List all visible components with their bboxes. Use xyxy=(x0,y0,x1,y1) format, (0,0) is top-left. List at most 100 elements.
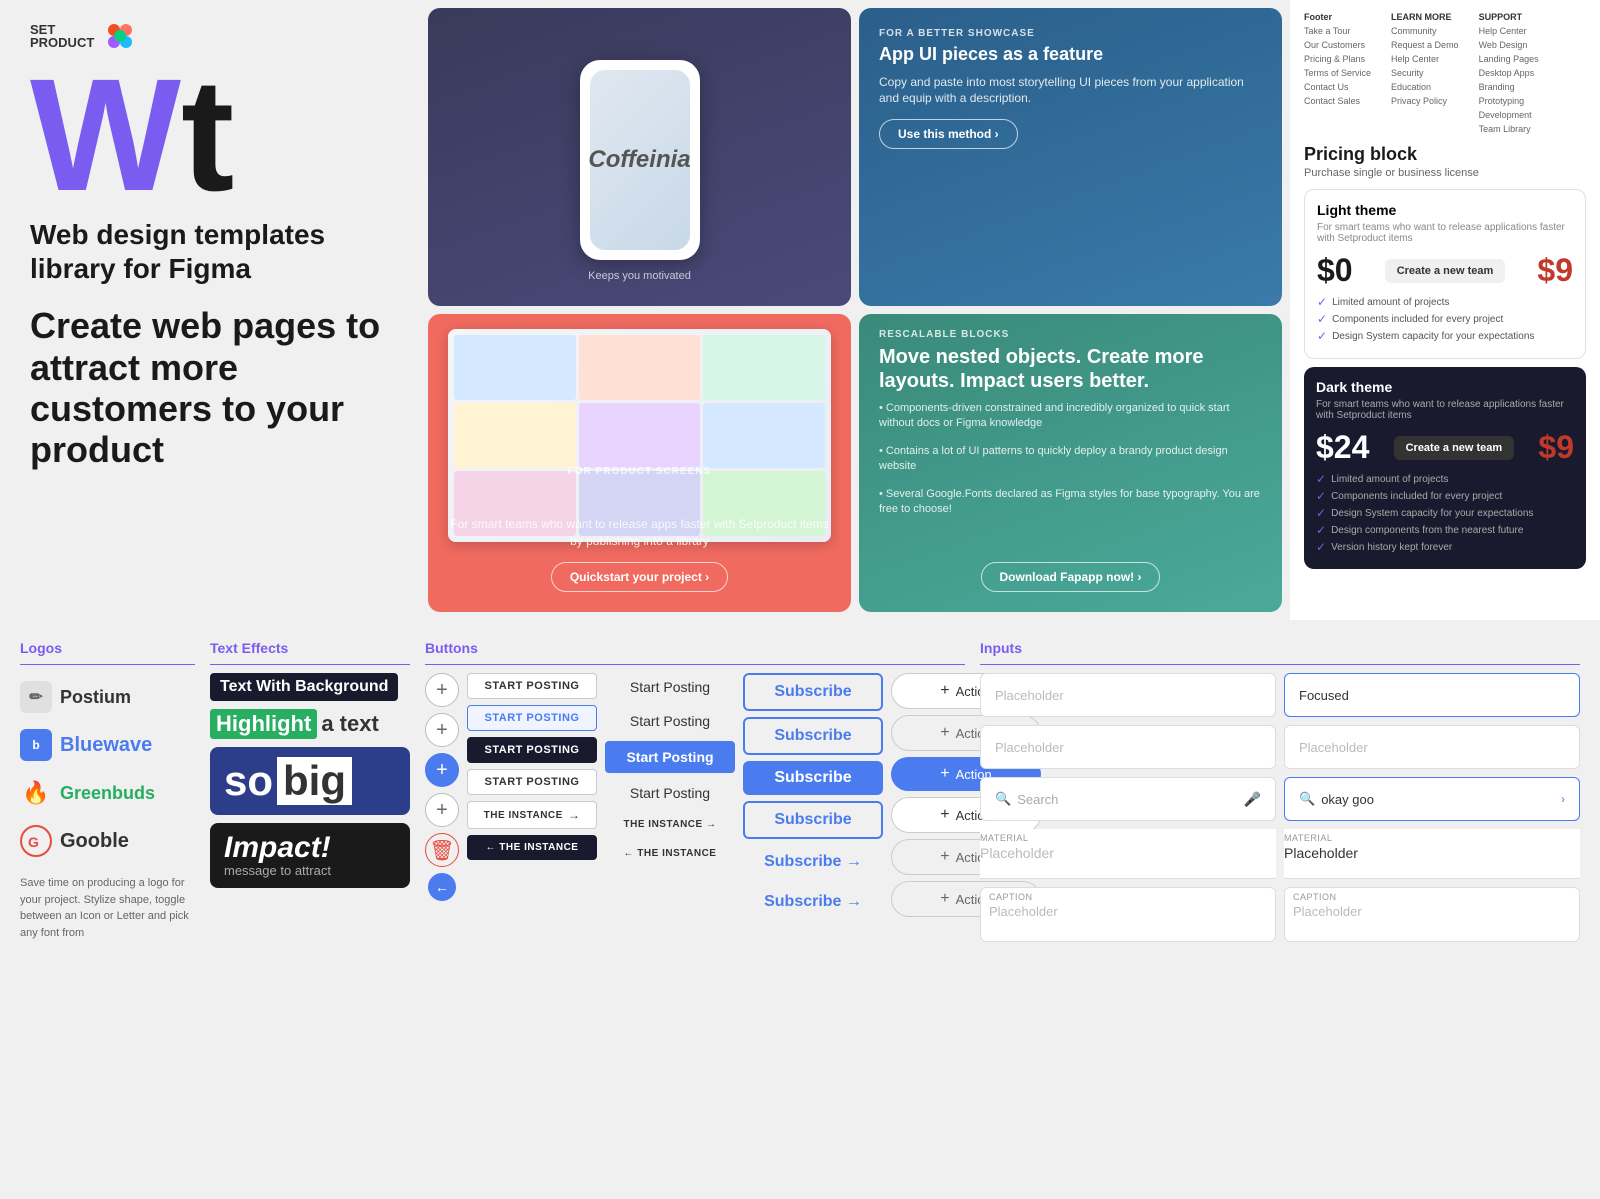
footer-col-1: Footer Take a Tour Our Customers Pricing… xyxy=(1304,12,1371,134)
subscribe-ghost-2[interactable]: Subscribe → xyxy=(743,885,883,919)
logo-item-gooble: G Gooble xyxy=(20,817,195,865)
bluewave-icon: b xyxy=(20,729,52,761)
caption-input-2[interactable]: Caption Placeholder xyxy=(1284,887,1580,942)
circle-plus-button-1[interactable]: + xyxy=(425,673,459,707)
card-subtitle: Keeps you motivated xyxy=(588,270,691,282)
caption-label-1: Caption xyxy=(989,892,1033,902)
start-posting-outline-1[interactable]: START POSTING xyxy=(467,673,597,699)
start-posting-ghost-1[interactable]: Start Posting xyxy=(605,673,735,701)
impact-text: Impact! xyxy=(224,833,396,863)
buttons-section: Buttons + + + + 🗑 ← START POSTING START … xyxy=(425,640,965,1199)
logos-section: Logos ✏ Postium b Bluewave 🔥 Greenbuds G… xyxy=(20,640,195,1199)
card-app-ui-dark: Coffeinia Keeps you motivated xyxy=(428,8,851,306)
footer-link[interactable]: Help Center xyxy=(1391,54,1459,64)
footer-link[interactable]: Community xyxy=(1391,26,1459,36)
feature-item: Design System capacity for your expectat… xyxy=(1332,331,1534,342)
footer-link[interactable]: Desktop Apps xyxy=(1479,68,1539,78)
gooble-name: Gooble xyxy=(60,830,129,853)
start-posting-solid[interactable]: Start Posting xyxy=(605,741,735,773)
hero-title: Create web pages to attract more custome… xyxy=(30,305,390,471)
phone-screen: Coffeinia xyxy=(590,70,690,250)
the-instance-button-1[interactable]: THE INSTANCE → xyxy=(467,801,597,829)
footer-link[interactable]: Development xyxy=(1479,110,1539,120)
footer-link[interactable]: Contact Sales xyxy=(1304,96,1371,106)
logo-item-postium: ✏ Postium xyxy=(20,673,195,721)
footer-col-2: LEARN MORE Community Request a Demo Help… xyxy=(1391,12,1459,134)
highlight-effect: Highlight a text xyxy=(210,709,410,739)
search-input-2[interactable]: 🔍 okay goo › xyxy=(1284,777,1580,821)
card-desc-bottom-left: For smart teams who want to release apps… xyxy=(448,516,831,550)
text-buttons-col: START POSTING START POSTING START POSTIN… xyxy=(467,673,597,919)
chevron-right-icon: › xyxy=(1561,792,1565,806)
caption-value-1: Placeholder xyxy=(989,904,1058,919)
subscribe-solid[interactable]: Subscribe xyxy=(743,761,883,795)
footer-link[interactable]: Request a Demo xyxy=(1391,40,1459,50)
trash-button[interactable]: 🗑 xyxy=(425,833,459,867)
create-team-light-button[interactable]: Create a new team xyxy=(1385,259,1506,283)
start-posting-dark[interactable]: START POSTING xyxy=(467,737,597,763)
footer-link[interactable]: Education xyxy=(1391,82,1459,92)
footer-link[interactable]: Branding xyxy=(1479,82,1539,92)
feature-item: Design components from the nearest futur… xyxy=(1331,525,1523,536)
pricing-card-dark: Dark theme For smart teams who want to r… xyxy=(1304,367,1586,569)
placeholder-input-1[interactable]: Placeholder xyxy=(980,673,1276,717)
text-with-background-effect: Text With Background xyxy=(210,673,398,701)
card-label-top-right: FOR A BETTER SHOWCASE xyxy=(879,28,1262,39)
download-button[interactable]: Download Fapapp now! › xyxy=(981,562,1161,592)
card-rescalable: RESCALABLE BLOCKS Move nested objects. C… xyxy=(859,314,1282,612)
pricing-dark-features: ✓Limited amount of projects ✓Components … xyxy=(1316,472,1574,554)
subscribe-outline-1[interactable]: Subscribe xyxy=(743,673,883,711)
footer-link[interactable]: Pricing & Plans xyxy=(1304,54,1371,64)
inputs-grid: Placeholder Focused Placeholder Placehol… xyxy=(980,673,1580,942)
the-instance-ghost-1[interactable]: The Instance → xyxy=(605,813,735,836)
footer-link[interactable]: Contact Us xyxy=(1304,82,1371,92)
circle-plus-button-4[interactable]: + xyxy=(425,793,459,827)
letter-w: W xyxy=(30,67,181,203)
circle-plus-button-3[interactable]: + xyxy=(425,753,459,787)
the-instance-button-2[interactable]: ← THE INSTANCE xyxy=(467,835,597,860)
circle-plus-button-2[interactable]: + xyxy=(425,713,459,747)
impact-subtext: message to attract xyxy=(224,863,396,878)
quickstart-button[interactable]: Quickstart your project › xyxy=(551,562,728,592)
footer-link[interactable]: Web Design xyxy=(1479,40,1539,50)
caption-input-1[interactable]: Caption Placeholder xyxy=(980,887,1276,942)
pricing-card-light: Light theme For smart teams who want to … xyxy=(1304,189,1586,359)
start-posting-outline-2[interactable]: START POSTING xyxy=(467,705,597,731)
placeholder-input-3[interactable]: Placeholder xyxy=(1284,725,1580,769)
material-label-2: MATERIAL xyxy=(1284,833,1332,843)
pricing-dark-price-alt: $9 xyxy=(1538,429,1574,466)
subscribe-outline-3[interactable]: Subscribe xyxy=(743,801,883,839)
feature-item: Version history kept forever xyxy=(1331,542,1452,553)
search-icon: 🔍 xyxy=(995,791,1011,807)
use-method-button[interactable]: Use this method › xyxy=(879,119,1018,149)
plus-icon: + xyxy=(940,806,949,824)
card-title-top-right: App UI pieces as a feature xyxy=(879,44,1262,66)
highlight-plain-text: a text xyxy=(321,711,378,737)
search-icon-2: 🔍 xyxy=(1299,791,1315,807)
subscribe-ghost-1[interactable]: Subscribe → xyxy=(743,845,883,879)
footer-link[interactable]: Team Library xyxy=(1479,124,1539,134)
search-input-1[interactable]: 🔍 Search 🎤 xyxy=(980,777,1276,821)
start-posting-ghost-2[interactable]: Start Posting xyxy=(605,707,735,735)
start-posting-outline-3[interactable]: START POSTING xyxy=(467,769,597,795)
search-value-text: okay goo xyxy=(1321,792,1374,807)
circle-plus-button-5[interactable]: ← xyxy=(428,873,456,901)
footer-link[interactable]: Take a Tour xyxy=(1304,26,1371,36)
footer-link[interactable]: Help Center xyxy=(1479,26,1539,36)
footer-link[interactable]: Prototyping xyxy=(1479,96,1539,106)
material-input-2[interactable]: MATERIAL Placeholder xyxy=(1284,829,1580,879)
material-input-1[interactable]: MATERIAL Placeholder xyxy=(980,829,1276,879)
plus-icon: + xyxy=(940,848,949,866)
footer-link[interactable]: Terms of Service xyxy=(1304,68,1371,78)
footer-link[interactable]: Landing Pages xyxy=(1479,54,1539,64)
footer-link[interactable]: Security xyxy=(1391,68,1459,78)
check-icon: ✓ xyxy=(1316,540,1326,554)
the-instance-ghost-2[interactable]: ← The Instance xyxy=(605,842,735,865)
subscribe-outline-2[interactable]: Subscribe xyxy=(743,717,883,755)
placeholder-input-2[interactable]: Placeholder xyxy=(980,725,1276,769)
start-posting-ghost-3[interactable]: Start Posting xyxy=(605,779,735,807)
footer-link[interactable]: Our Customers xyxy=(1304,40,1371,50)
create-team-dark-button[interactable]: Create a new team xyxy=(1394,436,1515,460)
focused-input[interactable]: Focused xyxy=(1284,673,1580,717)
footer-link[interactable]: Privacy Policy xyxy=(1391,96,1459,106)
